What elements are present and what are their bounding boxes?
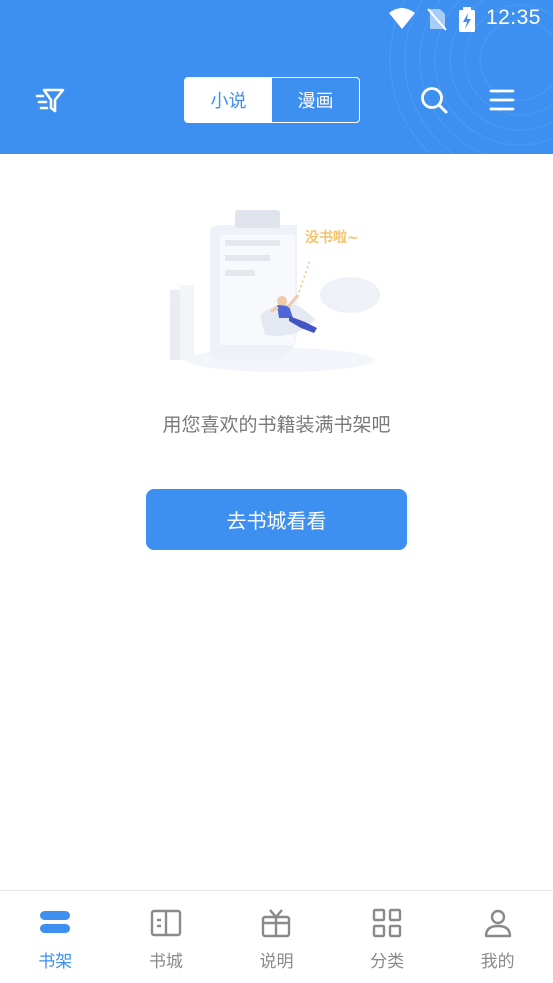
nav-item-bookstore[interactable]: 书城 (111, 891, 222, 983)
empty-shelf-illustration: 没书啦~ (170, 210, 380, 372)
nav-label-bookstore: 书城 (148, 952, 183, 972)
nav-label-instructions: 说明 (259, 952, 294, 972)
battery-charging-icon (459, 7, 475, 32)
nav-label-bookshelf: 书架 (38, 952, 73, 972)
clock-time: 12:35 (485, 6, 541, 29)
open-book-icon (150, 909, 182, 937)
user-icon (484, 909, 511, 938)
tab-comic[interactable]: 漫画 (272, 78, 359, 122)
status-bar: 12:35 (0, 0, 553, 38)
bookshelf-icon (40, 911, 71, 933)
wifi-icon (389, 8, 415, 29)
empty-shelf-message: 用您喜欢的书籍装满书架吧 (162, 414, 391, 436)
bottom-navigation: 书架 书城 说明 分类 我的 (0, 890, 553, 983)
tab-novel[interactable]: 小说 (185, 78, 272, 122)
nav-item-profile[interactable]: 我的 (442, 891, 553, 983)
grid-icon (372, 908, 402, 938)
filter-icon[interactable] (34, 84, 66, 116)
search-icon[interactable] (419, 85, 449, 115)
gift-icon (262, 909, 291, 938)
content-type-tabs: 小说 漫画 (184, 77, 360, 123)
nav-item-categories[interactable]: 分类 (332, 891, 443, 983)
nav-item-bookshelf[interactable]: 书架 (0, 891, 111, 983)
no-sim-icon (427, 8, 447, 31)
nav-label-categories: 分类 (370, 952, 405, 972)
nav-item-instructions[interactable]: 说明 (221, 891, 332, 983)
nav-label-profile: 我的 (480, 952, 515, 972)
menu-icon[interactable] (488, 87, 516, 113)
illustration-caption: 没书啦~ (305, 229, 359, 246)
go-to-bookstore-button[interactable]: 去书城看看 (146, 489, 407, 550)
app-header: 12:35 小说 漫画 (0, 0, 553, 154)
